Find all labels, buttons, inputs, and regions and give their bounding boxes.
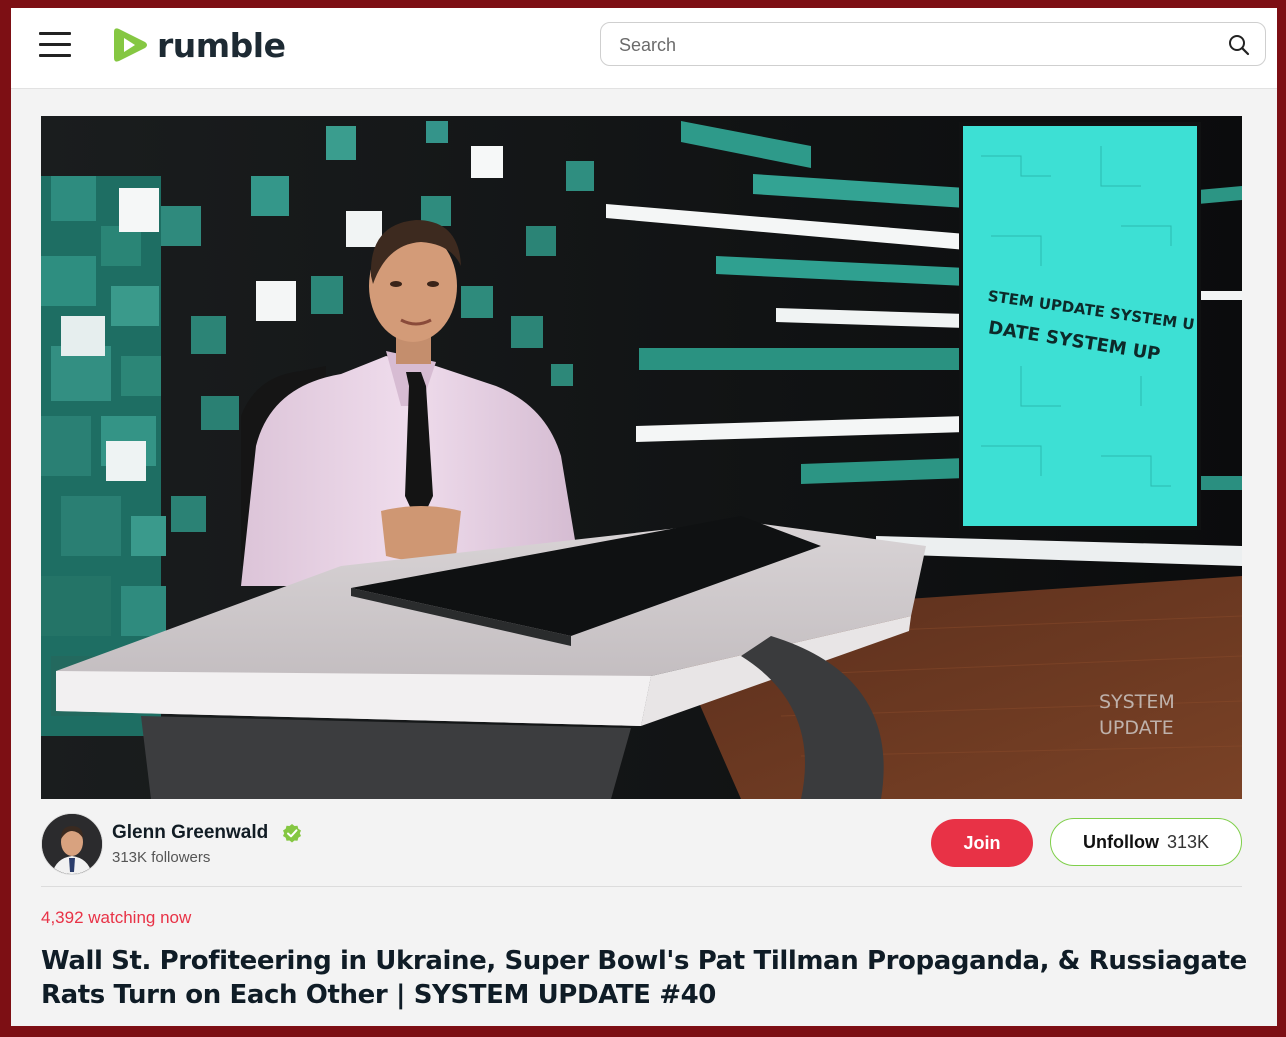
rumble-logo[interactable]: rumble xyxy=(111,22,286,68)
join-button[interactable]: Join xyxy=(931,819,1033,867)
watermark-line-2: UPDATE xyxy=(1099,717,1174,739)
video-frame: STEM UPDATE SYSTEM U DATE SYSTEM UP SYST… xyxy=(41,116,1242,799)
unfollow-count: 313K xyxy=(1166,831,1210,852)
search-input[interactable] xyxy=(617,31,1211,59)
rumble-play-icon xyxy=(114,28,147,62)
studio-screen: STEM UPDATE SYSTEM U DATE SYSTEM UP xyxy=(959,122,1201,530)
logo-wordmark: rumble xyxy=(157,25,286,65)
follower-count: 313K followers xyxy=(112,849,211,866)
hamburger-menu-button[interactable] xyxy=(39,32,71,58)
search-icon[interactable] xyxy=(1227,33,1251,57)
video-title: Wall St. Profiteering in Ukraine, Super … xyxy=(41,946,1247,1010)
channel-name[interactable]: Glenn Greenwald xyxy=(112,822,268,844)
unfollow-label: Unfollow xyxy=(1082,831,1159,852)
divider xyxy=(41,886,1242,887)
unfollow-button[interactable]: Unfollow 313K xyxy=(1050,818,1242,866)
watermark-line-1: SYSTEM xyxy=(1099,691,1175,713)
verified-badge-icon xyxy=(283,824,301,843)
live-watching-count: 4,392 watching now xyxy=(41,908,192,927)
channel-info-row: Glenn Greenwald 313K followers Join Unfo… xyxy=(41,811,1242,875)
video-player[interactable]: STEM UPDATE SYSTEM U DATE SYSTEM UP SYST… xyxy=(41,116,1242,799)
search-bar xyxy=(600,22,1266,66)
channel-avatar[interactable] xyxy=(41,813,103,875)
top-header: rumble xyxy=(11,8,1277,89)
page-frame: rumble Search STEM UPDATE SYSTEM U DATE … xyxy=(11,8,1277,1026)
